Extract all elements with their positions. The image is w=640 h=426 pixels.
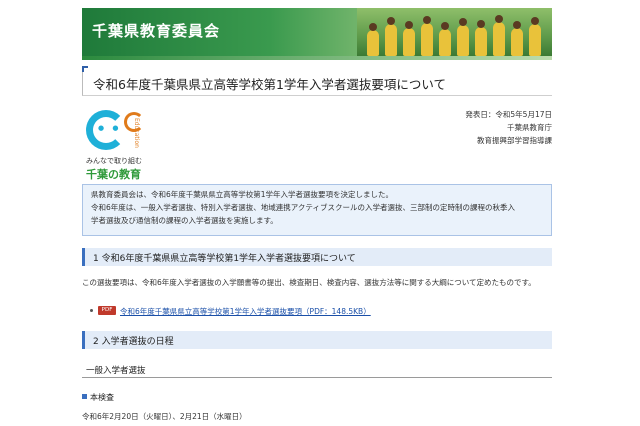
logo-face-icon: ● ● [98,124,122,132]
page-title-box: 令和6年度千葉県県立高等学校第1学年入学者選抜要項について [82,66,552,96]
logo-subtitle: みんなで取り組む [86,157,142,165]
banner-photo [357,8,552,56]
page-title: 令和6年度千葉県県立高等学校第1学年入学者選抜要項について [93,77,447,92]
person-figure [367,23,379,56]
section-1-text: この選抜要項は、令和6年度入学者選抜の入学願書等の提出、検査期日、検査内容、選抜… [82,278,536,287]
main-exam-title: 本検査 [90,393,114,402]
section-1-title: 1 令和6年度千葉県県立高等学校第1学年入学者選抜要項について [93,254,356,264]
person-figure [511,21,523,56]
section-2-heading: 2 入学者選抜の日程 [82,331,552,349]
title-corner-accent [82,66,88,72]
section-2-title: 2 入学者選抜の日程 [93,337,174,347]
pdf-download-link[interactable]: 令和6年度千葉県県立高等学校第1学年入学者選抜要項（PDF：148.5KB） [120,306,371,317]
person-figure [475,20,487,56]
general-selection-title: 一般入学者選抜 [86,366,146,376]
person-figure [403,21,415,56]
page: 千葉県教育委員会 令和6年度千葉県県立高等学校第1学年入学者選抜要項について ●… [0,0,640,426]
notice-line: 令和6年度は、一般入学者選抜、特別入学者選抜、地域連携アクティブスクールの入学者… [91,203,515,212]
publish-office: 千葉県教育庁 [507,123,552,132]
publish-department: 教育振興部学習指導課 [477,136,552,145]
chiba-education-logo: ● ● Education みんなで取り組む 千葉の教育 [84,108,164,181]
bullet-icon [90,309,93,312]
notice-box: 県教育委員会は、令和6年度千葉県県立高等学校第1学年入学者選抜要項を決定しました… [82,184,552,236]
person-figure [439,22,451,56]
person-figure [529,17,541,56]
person-figure [421,16,433,56]
pdf-icon: PDF [98,306,116,315]
logo-main-text: 千葉の教育 [86,168,141,181]
publish-date: 発表日：令和5年5月17日 [465,110,552,119]
exam-date-text: 令和6年2月20日（火曜日）、2月21日（水曜日） [82,412,247,421]
person-figure [457,18,469,56]
notice-line: 県教育委員会は、令和6年度千葉県県立高等学校第1学年入学者選抜要項を決定しました… [91,190,394,199]
site-banner: 千葉県教育委員会 [82,8,552,56]
general-selection-heading: 一般入学者選抜 [82,360,552,378]
logo-education-text: Education [133,118,140,148]
site-title[interactable]: 千葉県教育委員会 [92,20,220,41]
person-figure [385,17,397,56]
person-figure [493,15,505,56]
notice-line: 学者選抜及び通信制の課程の入学者選抜を実施します。 [91,216,278,225]
square-bullet-icon [82,394,87,399]
banner-stripe [82,56,552,60]
section-1-heading: 1 令和6年度千葉県県立高等学校第1学年入学者選抜要項について [82,248,552,266]
